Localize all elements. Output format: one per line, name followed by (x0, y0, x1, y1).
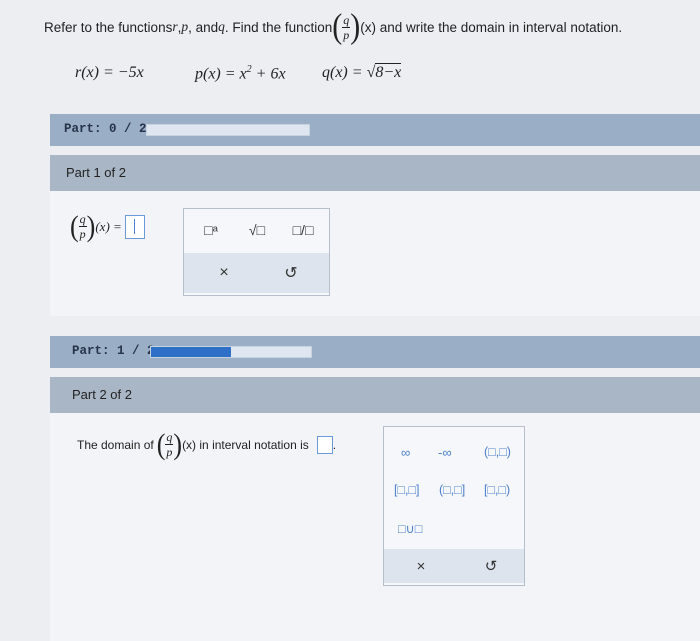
answer-input-domain[interactable] (316, 435, 333, 454)
part2-interval-palette: ∞ -∞ (□,□) [□,□] (□,□] [□,□) □∪□ × ↺ (383, 426, 525, 586)
undo-icon[interactable]: ↺ (476, 555, 506, 577)
left-paren: ( (156, 427, 166, 461)
part1-progress-label: Part: 0 / 2 (64, 122, 147, 136)
progress-prefix: Part: (72, 344, 118, 358)
neg-infinity-button[interactable]: -∞ (438, 445, 452, 460)
fraction-denominator: p (343, 27, 350, 42)
part2-progress-label: Part: 1 / 2 (72, 344, 155, 358)
part2-progress-track (150, 346, 312, 358)
part2-progress-bar: Part: 1 / 2 (50, 336, 700, 368)
clear-icon[interactable]: × (406, 555, 436, 577)
part2-header: Part 2 of 2 (50, 377, 700, 413)
lhs-fraction: q p (78, 212, 87, 241)
left-paren: ( (70, 209, 79, 243)
part1-content: ( q p ) (x) = □ᵃ √□ □/□ × ↺ (50, 191, 700, 316)
right-paren: ) (173, 427, 183, 461)
part1-heading: Part 1 of 2 (66, 165, 126, 180)
infinity-button[interactable]: ∞ (401, 445, 410, 460)
function-q-head: q(x) = (322, 64, 367, 81)
closed-closed-interval-button[interactable]: [□,□] (394, 483, 420, 497)
palette-action-row: × ↺ (384, 549, 524, 583)
part2-prompt: The domain of ( q p ) (x) in interval no… (77, 427, 337, 461)
func-name-p: p (181, 19, 189, 34)
palette-action-row: × ↺ (184, 253, 329, 293)
part1-header: Part 1 of 2 (50, 155, 700, 191)
func-name-q: q (218, 19, 225, 34)
undo-icon[interactable]: ↺ (276, 261, 306, 285)
open-closed-interval-button[interactable]: (□,□] (439, 483, 465, 497)
answer-input-function[interactable] (124, 214, 145, 239)
prompt-text: The domain of (77, 437, 154, 452)
function-q-radicand: 8−x (375, 63, 402, 81)
part2-content: The domain of ( q p ) (x) in interval no… (50, 413, 700, 641)
exponent-tool-button[interactable]: □ᵃ (196, 219, 226, 241)
part2-progress-fill (151, 347, 231, 357)
part1-progress-track (146, 124, 310, 136)
union-button[interactable]: □∪□ (398, 521, 422, 536)
part1-progress-bar: Part: 0 / 2 (50, 114, 700, 146)
clear-icon[interactable]: × (209, 261, 239, 285)
part1-math-palette: □ᵃ √□ □/□ × ↺ (183, 208, 330, 296)
function-r: r(x) = −5x (75, 64, 144, 81)
function-p-tail: + 6x (251, 65, 286, 83)
equation-lhs-tail: (x) = (95, 218, 122, 234)
fraction-tool-button[interactable]: □/□ (288, 219, 318, 241)
problem-instruction: Refer to the functions r , p , and q . F… (44, 7, 623, 46)
domain-fraction: q p (165, 430, 174, 459)
prompt-period: . (332, 437, 337, 452)
right-paren: ) (350, 7, 361, 46)
progress-value: 1 / 2 (117, 344, 155, 358)
function-p-base: p(x) = x (195, 65, 247, 83)
quotient-fraction: q p (342, 12, 351, 42)
part2-heading: Part 2 of 2 (72, 387, 132, 402)
instruction-text: (x) and write the domain in interval not… (360, 19, 623, 35)
right-paren: ) (86, 209, 96, 243)
open-open-interval-button[interactable]: (□,□) (484, 445, 511, 459)
function-q: q(x) = √8−x (322, 63, 402, 82)
fraction-denominator: p (79, 227, 86, 241)
instruction-text: Refer to the functions (44, 19, 173, 35)
progress-value: 0 / 2 (109, 122, 147, 136)
prompt-text: (x) in interval notation is (182, 437, 309, 452)
instruction-text: , and (188, 19, 219, 35)
fraction-numerator: q (165, 430, 174, 445)
sqrt-tool-button[interactable]: √□ (242, 219, 272, 241)
instruction-text: . Find the function (224, 19, 333, 35)
closed-open-interval-button[interactable]: [□,□) (484, 483, 510, 497)
function-p: p(x) = x2 + 6x (195, 64, 286, 83)
text-cursor (133, 218, 135, 234)
fraction-denominator: p (166, 445, 173, 459)
fraction-numerator: q (342, 12, 351, 28)
part1-equation: ( q p ) (x) = (70, 209, 145, 243)
fraction-numerator: q (78, 212, 87, 227)
left-paren: ( (332, 7, 343, 46)
progress-prefix: Part: (64, 122, 110, 136)
